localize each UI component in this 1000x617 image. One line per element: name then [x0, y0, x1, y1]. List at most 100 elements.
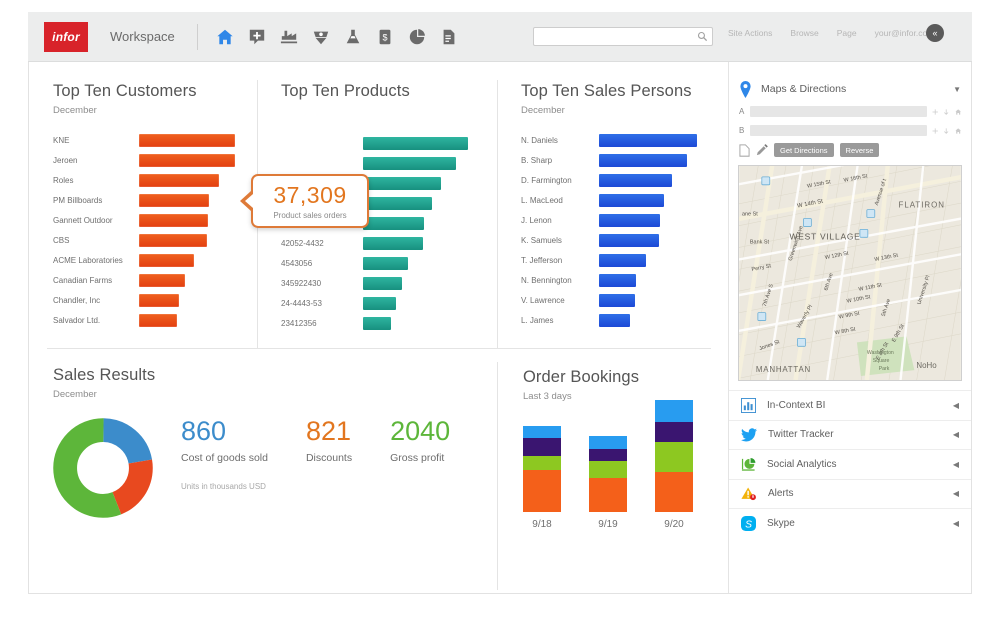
chevron-left-icon[interactable]: ◀	[953, 519, 959, 528]
origin-label: A	[739, 107, 745, 116]
chart-row[interactable]: Salvador Ltd.	[53, 310, 253, 330]
kpi-value: 860	[181, 418, 268, 445]
money-icon[interactable]: $	[376, 28, 394, 46]
map-pin-icon	[739, 81, 752, 98]
chart-row[interactable]: 4543056	[281, 253, 491, 273]
pencil-icon[interactable]	[756, 144, 768, 156]
bar-label: T. Jefferson	[521, 256, 599, 265]
widget-twitter-tracker[interactable]: Twitter Tracker ◀	[729, 420, 971, 450]
chart-row[interactable]: B. Sharp	[521, 150, 721, 170]
chart-row[interactable]: ACME Laboratories	[53, 250, 253, 270]
pie-chart-icon[interactable]	[408, 28, 426, 46]
chart-row[interactable]: 42052-4432	[281, 233, 491, 253]
widget-label: Skype	[767, 518, 795, 529]
chart-row[interactable]: J. Lenon	[521, 210, 721, 230]
collapse-button[interactable]: «	[926, 24, 944, 42]
origin-input[interactable]	[750, 106, 927, 117]
document-icon[interactable]	[440, 28, 458, 46]
chart-row[interactable]: Gannett Outdoor	[53, 210, 253, 230]
widget-skype[interactable]: S Skype ◀	[729, 508, 971, 538]
chart-row[interactable]: D. Farmington	[521, 170, 721, 190]
panel-divider-v2	[497, 80, 498, 348]
bar-label: 23412356	[281, 319, 363, 328]
chart-row[interactable]: T. Jefferson	[521, 250, 721, 270]
panel-divider-h1	[47, 348, 711, 349]
chart-row[interactable]: L. James	[521, 310, 721, 330]
bar-label: 24-4443-53	[281, 299, 363, 308]
chevron-down-icon[interactable]: ▼	[953, 85, 961, 94]
bag-icon[interactable]	[312, 28, 330, 46]
plus-icon[interactable]	[932, 126, 938, 136]
widget-alerts[interactable]: Alerts ◀	[729, 479, 971, 509]
kpi-label: Discounts	[306, 452, 352, 464]
chart-row[interactable]: N. Bennington	[521, 270, 721, 290]
chart-row[interactable]: 24-4443-53	[281, 293, 491, 313]
chart-row[interactable]	[281, 153, 491, 173]
sales-results-body: 860 Cost of goods sold Units in thousand…	[53, 418, 483, 518]
map-label: Bank St	[750, 239, 770, 245]
search-box[interactable]	[533, 27, 713, 46]
search-icon[interactable]	[697, 31, 708, 42]
callout-label: Product sales orders	[273, 211, 346, 220]
widget-in-context-bi[interactable]: In-Context BI ◀	[729, 390, 971, 420]
workspace-title: Workspace	[110, 29, 175, 44]
chart-row[interactable]: V. Lawrence	[521, 290, 721, 310]
destination-label: B	[739, 126, 745, 135]
chart-row[interactable]: 23412356	[281, 313, 491, 333]
order-bookings-chart: 9/18 9/19	[523, 418, 713, 530]
document-icon[interactable]	[739, 144, 750, 157]
chevron-left-icon[interactable]: ◀	[953, 489, 959, 498]
factory-icon[interactable]	[280, 28, 298, 46]
salespersons-bar-chart: N. Daniels B. Sharp D. Farmington L. Mac…	[521, 130, 721, 330]
chart-row[interactable]: Roles	[53, 170, 253, 190]
kpi-value: 821	[306, 418, 352, 445]
home-icon[interactable]	[955, 126, 961, 136]
chart-row[interactable]: Canadian Farms	[53, 270, 253, 290]
widget-social-analytics[interactable]: Social Analytics ◀	[729, 449, 971, 479]
chevron-left-icon[interactable]: ◀	[953, 430, 959, 439]
chart-row[interactable]	[281, 133, 491, 153]
chart-row[interactable]: N. Daniels	[521, 130, 721, 150]
sales-donut-chart[interactable]	[53, 418, 153, 518]
down-arrow-icon[interactable]	[943, 126, 949, 136]
customers-subtitle: December	[53, 105, 253, 116]
chart-row[interactable]: 345922430	[281, 273, 491, 293]
stacked-bar-group[interactable]: 9/19	[589, 436, 627, 530]
stacked-bar-group[interactable]: 9/20	[655, 400, 693, 530]
bar-label: N. Bennington	[521, 276, 599, 285]
search-input[interactable]	[534, 28, 697, 45]
plus-icon[interactable]	[932, 107, 938, 117]
bar-label: Salvador Ltd.	[53, 316, 139, 325]
home-icon[interactable]	[216, 28, 234, 46]
link-page[interactable]: Page	[837, 28, 857, 38]
link-browse[interactable]: Browse	[790, 28, 818, 38]
home-icon[interactable]	[955, 107, 961, 117]
map-label: NoHo	[916, 361, 937, 370]
link-site-actions[interactable]: Site Actions	[728, 28, 772, 38]
chevron-left-icon[interactable]: ◀	[953, 401, 959, 410]
chart-row[interactable]: KNE	[53, 130, 253, 150]
map-view[interactable]: W 15th St W 16th St W 14th St Avenue of …	[738, 165, 962, 381]
reverse-button[interactable]: Reverse	[840, 143, 880, 157]
map-label: FLATIRON	[899, 201, 945, 210]
widget-list: In-Context BI ◀ Twitter Tracker ◀ Social…	[729, 390, 971, 538]
top-ten-customers-panel: Top Ten Customers December KNE Jeroen Ro…	[53, 82, 253, 330]
flask-icon[interactable]	[344, 28, 362, 46]
chart-row[interactable]: L. MacLeod	[521, 190, 721, 210]
chart-row[interactable]: Chandler, Inc	[53, 290, 253, 310]
chart-row[interactable]: CBS	[53, 230, 253, 250]
bar-label: Chandler, Inc	[53, 296, 139, 305]
infor-logo[interactable]: infor	[44, 22, 88, 52]
get-directions-button[interactable]: Get Directions	[774, 143, 834, 157]
chat-add-icon[interactable]	[248, 28, 266, 46]
map-canvas[interactable]: W 15th St W 16th St W 14th St Avenue of …	[739, 166, 961, 380]
stacked-bar-group[interactable]: 9/18	[523, 426, 561, 530]
panel-divider-v3	[497, 362, 498, 590]
chart-row[interactable]: K. Samuels	[521, 230, 721, 250]
chart-row[interactable]: Jeroen	[53, 150, 253, 170]
maps-header[interactable]: Maps & Directions ▼	[729, 76, 971, 102]
chevron-left-icon[interactable]: ◀	[953, 460, 959, 469]
destination-input[interactable]	[750, 125, 927, 136]
down-arrow-icon[interactable]	[943, 107, 949, 117]
chart-row[interactable]: PM Billboards	[53, 190, 253, 210]
